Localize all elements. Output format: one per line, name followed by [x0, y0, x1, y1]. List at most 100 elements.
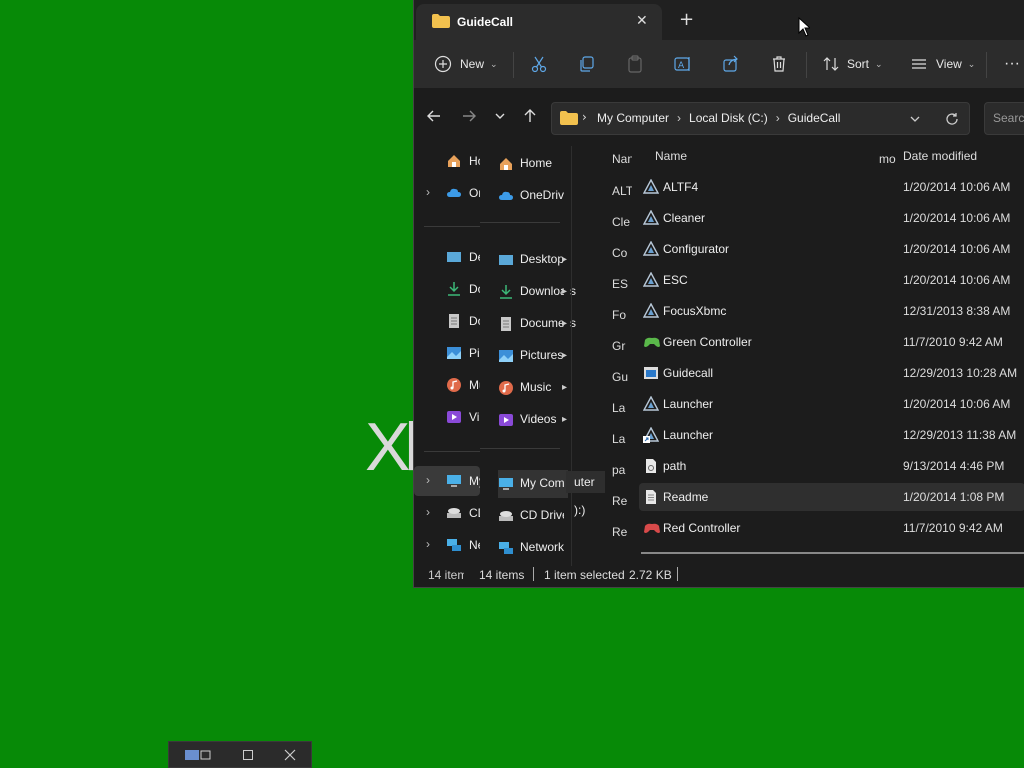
ghost-label: Videos: [520, 412, 557, 426]
taskbar-thumbnail[interactable]: [168, 741, 312, 768]
search-input[interactable]: Search: [984, 102, 1024, 135]
xbmc-script-icon: [642, 178, 660, 198]
share-button[interactable]: [722, 40, 740, 88]
file-row[interactable]: Red Controller 11/7/2010 9:42 AM: [639, 514, 1024, 542]
status-divider: [677, 567, 678, 581]
arrow-right-icon: [463, 110, 476, 122]
trash-icon: [773, 56, 785, 72]
nav-item-pictures[interactable]: Pictures: [414, 338, 480, 368]
download-icon: [448, 282, 460, 296]
file-row[interactable]: Configurator 1/20/2014 10:06 AM: [639, 235, 1024, 263]
address-row: › My Computer › Local Disk (C:) › GuideC…: [414, 88, 1024, 146]
nav-item-desktop[interactable]: Desktop: [414, 242, 480, 272]
desktop-icon: [447, 252, 461, 262]
rename-button[interactable]: A: [674, 40, 692, 88]
file-row[interactable]: FocusXbmc 12/31/2013 8:38 AM: [639, 297, 1024, 325]
config-file-icon: [643, 458, 659, 477]
nav-label: Documents: [469, 314, 480, 328]
new-button[interactable]: New ⌄: [434, 40, 498, 88]
horizontal-scrollbar[interactable]: [641, 552, 1024, 554]
file-row[interactable]: Launcher 1/20/2014 10:06 AM: [639, 390, 1024, 418]
videos-icon: [499, 414, 513, 426]
nav-item-videos[interactable]: Videos: [414, 402, 480, 432]
column-header-date-modified[interactable]: Date modified: [903, 149, 977, 173]
expand-chevron-icon[interactable]: ›: [426, 537, 430, 551]
file-row[interactable]: Cleaner 1/20/2014 10:06 AM: [639, 204, 1024, 232]
file-date-modified: 12/29/2013 10:28 AM: [903, 366, 1018, 380]
ghost-divider: [480, 222, 560, 223]
expand-chevron-icon[interactable]: ›: [426, 185, 430, 199]
file-date-modified: 1/20/2014 10:06 AM: [903, 242, 1011, 256]
videos-icon: [447, 411, 461, 423]
file-name: ALTF4: [663, 180, 699, 194]
nav-item-onedrive[interactable]: › OneDrive: [414, 178, 480, 208]
clipboard-icon: [628, 55, 642, 73]
breadcrumb-guidecall[interactable]: GuideCall: [788, 111, 841, 125]
file-name: Cleaner: [663, 211, 706, 225]
ghost-name: pa: [612, 463, 626, 477]
nav-label: Network: [469, 538, 480, 552]
pane-splitter[interactable]: [571, 146, 572, 566]
back-button[interactable]: [427, 108, 441, 127]
arrow-left-icon: [427, 110, 440, 122]
green-controller-icon: [643, 334, 661, 353]
chevron-down-icon: ⌄: [967, 58, 976, 69]
refresh-icon[interactable]: [945, 112, 959, 126]
nav-item-documents[interactable]: Documents: [414, 306, 480, 336]
file-row[interactable]: Guidecall 12/29/2013 10:28 AM: [639, 359, 1024, 387]
xbmc-script-icon: [642, 209, 660, 229]
nav-item-network[interactable]: › Network: [414, 530, 480, 560]
copy-button[interactable]: [578, 40, 596, 88]
breadcrumb-local-disk[interactable]: Local Disk (C:): [689, 111, 768, 125]
ghost-name: Gu: [612, 370, 629, 384]
nav-item-downloads[interactable]: Downloads: [414, 274, 480, 304]
status-size: 2.72 KB: [629, 568, 672, 582]
new-tab-button[interactable]: +: [679, 9, 694, 30]
column-header-name[interactable]: Name: [655, 149, 687, 173]
ghost-name: ES: [612, 277, 629, 291]
forward-button[interactable]: [462, 108, 476, 127]
xbmc-script-icon: [642, 240, 660, 260]
nav-item-home[interactable]: Home: [414, 146, 480, 176]
ghost-name: La: [612, 432, 626, 446]
network-icon: [447, 539, 461, 551]
ghost-item-my-computer[interactable]: My Computer: [498, 470, 568, 498]
nav-item-music[interactable]: Music: [414, 370, 480, 400]
command-bar: New ⌄ A Sort ⌄ View ⌄ ···: [414, 40, 1024, 88]
up-button[interactable]: [523, 108, 537, 127]
music-icon: [499, 381, 513, 395]
restore-icon[interactable]: [242, 749, 254, 761]
file-row[interactable]: ALTF4 1/20/2014 10:06 AM: [639, 173, 1024, 201]
paste-button[interactable]: [626, 40, 644, 88]
close-icon[interactable]: [284, 749, 296, 761]
file-row[interactable]: Green Controller 11/7/2010 9:42 AM: [639, 328, 1024, 356]
ghost-name: Cle: [612, 215, 631, 229]
expand-chevron-icon[interactable]: ›: [426, 473, 430, 487]
cut-button[interactable]: [530, 40, 548, 88]
file-row[interactable]: ESC 1/20/2014 10:06 AM: [639, 266, 1024, 294]
more-options-button[interactable]: ···: [1004, 40, 1020, 88]
ghost-name: Fo: [612, 308, 627, 322]
breadcrumb-my-computer[interactable]: My Computer: [597, 111, 669, 125]
tab-guidecall[interactable]: GuideCall ✕: [416, 4, 662, 40]
file-row[interactable]: path 9/13/2014 4:46 PM: [639, 452, 1024, 480]
nav-item-my-computer[interactable]: › My Computer: [414, 466, 480, 496]
file-row[interactable]: Launcher 12/29/2013 11:38 AM: [639, 421, 1024, 449]
tab-close-icon[interactable]: ✕: [636, 13, 648, 29]
file-name: Launcher: [663, 397, 714, 411]
delete-button[interactable]: [770, 40, 788, 88]
pin-arrow-icon: ▸: [562, 318, 568, 329]
ghost-name: ALT: [612, 184, 632, 198]
expand-chevron-icon[interactable]: ›: [426, 505, 430, 519]
file-name: ESC: [663, 273, 688, 287]
recent-locations-button[interactable]: [494, 108, 506, 127]
file-row[interactable]: Readme 1/20/2014 1:08 PM: [639, 483, 1024, 511]
file-date-modified: 12/31/2013 8:38 AM: [903, 304, 1011, 318]
view-button[interactable]: View ⌄: [910, 40, 975, 88]
sort-button[interactable]: Sort ⌄: [822, 40, 883, 88]
file-name: FocusXbmc: [663, 304, 727, 318]
address-dropdown-icon[interactable]: [909, 114, 921, 124]
address-bar[interactable]: › My Computer › Local Disk (C:) › GuideC…: [551, 102, 970, 135]
nav-item-cd-drive[interactable]: › CD Drive: [414, 498, 480, 528]
file-date-modified: 11/7/2010 9:42 AM: [903, 521, 1003, 535]
